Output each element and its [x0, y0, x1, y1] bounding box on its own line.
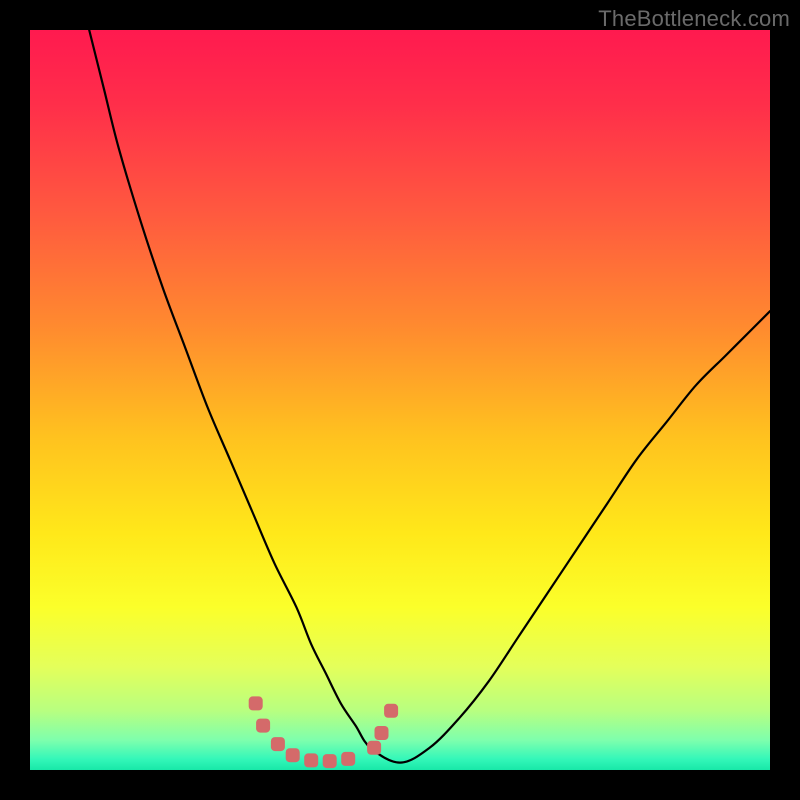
plot-svg [30, 30, 770, 770]
marker-dot [384, 704, 398, 718]
marker-dot [304, 753, 318, 767]
marker-dot [271, 737, 285, 751]
marker-dot [367, 741, 381, 755]
marker-dot [341, 752, 355, 766]
marker-dot [256, 719, 270, 733]
gradient-background [30, 30, 770, 770]
marker-dot [249, 696, 263, 710]
marker-dot [375, 726, 389, 740]
plot-area [30, 30, 770, 770]
marker-dot [323, 754, 337, 768]
chart-frame: TheBottleneck.com [0, 0, 800, 800]
marker-dot [286, 748, 300, 762]
watermark-text: TheBottleneck.com [598, 6, 790, 32]
